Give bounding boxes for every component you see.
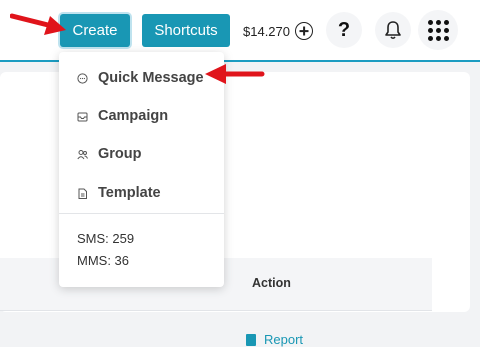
menu-item-campaign[interactable]: Campaign xyxy=(59,101,224,131)
document-icon xyxy=(77,188,88,199)
inbox-icon xyxy=(77,111,88,122)
notifications-button[interactable] xyxy=(375,12,411,48)
help-button[interactable]: ? xyxy=(326,12,362,48)
mms-count: MMS: 36 xyxy=(77,253,130,268)
menu-divider xyxy=(59,213,224,214)
grid-icon xyxy=(427,19,449,41)
annotation-arrow-create xyxy=(10,13,66,35)
apps-menu-button[interactable] xyxy=(418,10,458,50)
report-icon xyxy=(246,333,256,346)
report-link[interactable]: Report xyxy=(246,332,303,347)
balance-value: $14.270 xyxy=(243,23,290,39)
sms-count: SMS: 259 xyxy=(77,231,135,246)
bell-icon xyxy=(385,21,401,40)
report-link-label: Report xyxy=(264,332,304,347)
create-button[interactable]: Create xyxy=(60,14,130,47)
menu-item-label: Quick Message xyxy=(98,70,204,86)
menu-item-group[interactable]: Group xyxy=(59,139,224,169)
menu-item-label: Template xyxy=(98,185,161,201)
menu-item-template[interactable]: Template xyxy=(59,178,224,208)
annotation-arrow-quick-message xyxy=(205,64,265,84)
shortcuts-button[interactable]: Shortcuts xyxy=(142,14,230,47)
menu-item-quick-message[interactable]: Quick Message xyxy=(59,63,224,93)
add-funds-icon[interactable] xyxy=(295,22,313,40)
menu-item-label: Group xyxy=(98,146,142,162)
chat-bubble-icon xyxy=(77,72,88,84)
balance-display: $14.270 xyxy=(238,16,318,46)
create-dropdown-menu: Quick Message Campaign Group Template SM… xyxy=(59,52,224,287)
menu-item-label: Campaign xyxy=(98,108,169,124)
action-column-header: Action xyxy=(252,276,291,290)
users-icon xyxy=(77,149,88,160)
help-icon: ? xyxy=(337,18,351,41)
